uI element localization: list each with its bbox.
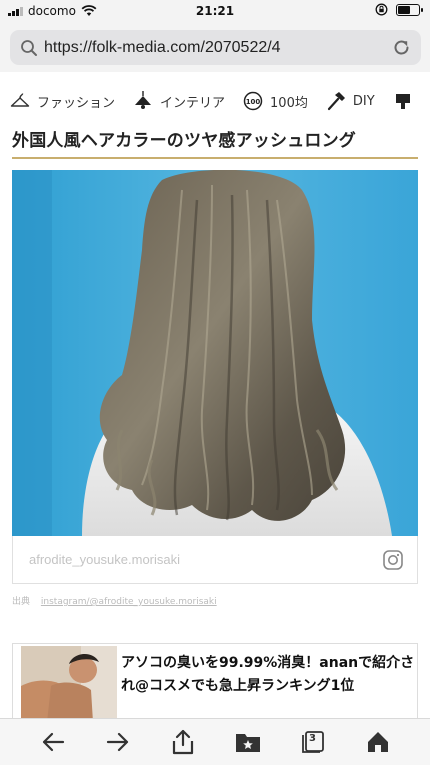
category-label: 100均 xyxy=(270,95,308,111)
forward-arrow-icon xyxy=(106,732,128,752)
category-label: ファッション xyxy=(37,95,116,111)
category-label: インテリア xyxy=(160,95,226,111)
ad-banner[interactable]: アソコの臭いを99.99%消臭！ananで紹介され@コスメでも急上昇ランキング1… xyxy=(12,643,418,723)
category-label: DIY xyxy=(352,93,375,109)
more-category-icon xyxy=(393,91,413,111)
clock: 21:21 xyxy=(195,4,235,18)
category-more[interactable] xyxy=(393,91,413,111)
tab-count: 3 xyxy=(309,733,316,744)
article-heading: 外国人風ヘアカラーのツヤ感アッシュロング xyxy=(12,131,356,151)
url-text[interactable]: https://folk-media.com/2070522/4 xyxy=(44,39,281,57)
browser-toolbar: 3 xyxy=(0,718,430,765)
source-link[interactable]: instagram/@afrodite_yousuke.morisaki xyxy=(41,597,217,607)
hanger-icon xyxy=(10,91,30,111)
source-line: 出典 instagram/@afrodite_yousuke.morisaki xyxy=(12,594,217,607)
home-icon xyxy=(367,732,388,752)
back-button[interactable] xyxy=(33,722,73,762)
reload-icon[interactable] xyxy=(392,38,411,57)
category-nav: ファッション インテリア 100 100均 DIY xyxy=(0,84,430,118)
photo-credit-name: afrodite_yousuke.morisaki xyxy=(29,552,181,567)
back-arrow-icon xyxy=(42,732,64,752)
tabs-button[interactable]: 3 xyxy=(293,722,333,762)
home-button[interactable] xyxy=(358,722,398,762)
bookmark-folder-icon xyxy=(235,734,260,752)
category-fashion[interactable]: ファッション xyxy=(10,91,115,111)
share-button[interactable] xyxy=(163,722,203,762)
browser-address-area: https://folk-media.com/2070522/4 xyxy=(0,22,430,72)
forward-button[interactable] xyxy=(98,722,138,762)
ad-thumbnail[interactable] xyxy=(21,646,117,722)
svg-text:100: 100 xyxy=(246,98,261,106)
search-icon xyxy=(21,39,37,56)
orientation-lock-icon xyxy=(375,3,388,16)
category-diy[interactable]: DIY xyxy=(326,91,375,111)
lamp-icon xyxy=(133,91,153,111)
hairstyle-photo xyxy=(12,170,418,536)
bookmarks-button[interactable] xyxy=(228,722,268,762)
category-interior[interactable]: インテリア xyxy=(133,91,225,111)
hammer-icon xyxy=(326,91,346,111)
share-icon xyxy=(172,729,193,755)
category-100yen[interactable]: 100 100均 xyxy=(243,91,308,111)
instagram-icon[interactable] xyxy=(383,550,403,570)
photo-credit-bar: afrodite_yousuke.morisaki xyxy=(12,536,418,584)
ad-text[interactable]: アソコの臭いを99.99%消臭！ananで紹介され@コスメでも急上昇ランキング1… xyxy=(121,652,415,698)
battery-icon xyxy=(396,3,423,16)
status-bar: docomo 21:21 xyxy=(0,0,430,22)
address-bar[interactable]: https://folk-media.com/2070522/4 xyxy=(10,30,421,65)
heading-divider xyxy=(12,157,418,159)
source-label: 出典 xyxy=(12,597,31,607)
100-badge-icon: 100 xyxy=(243,91,263,111)
